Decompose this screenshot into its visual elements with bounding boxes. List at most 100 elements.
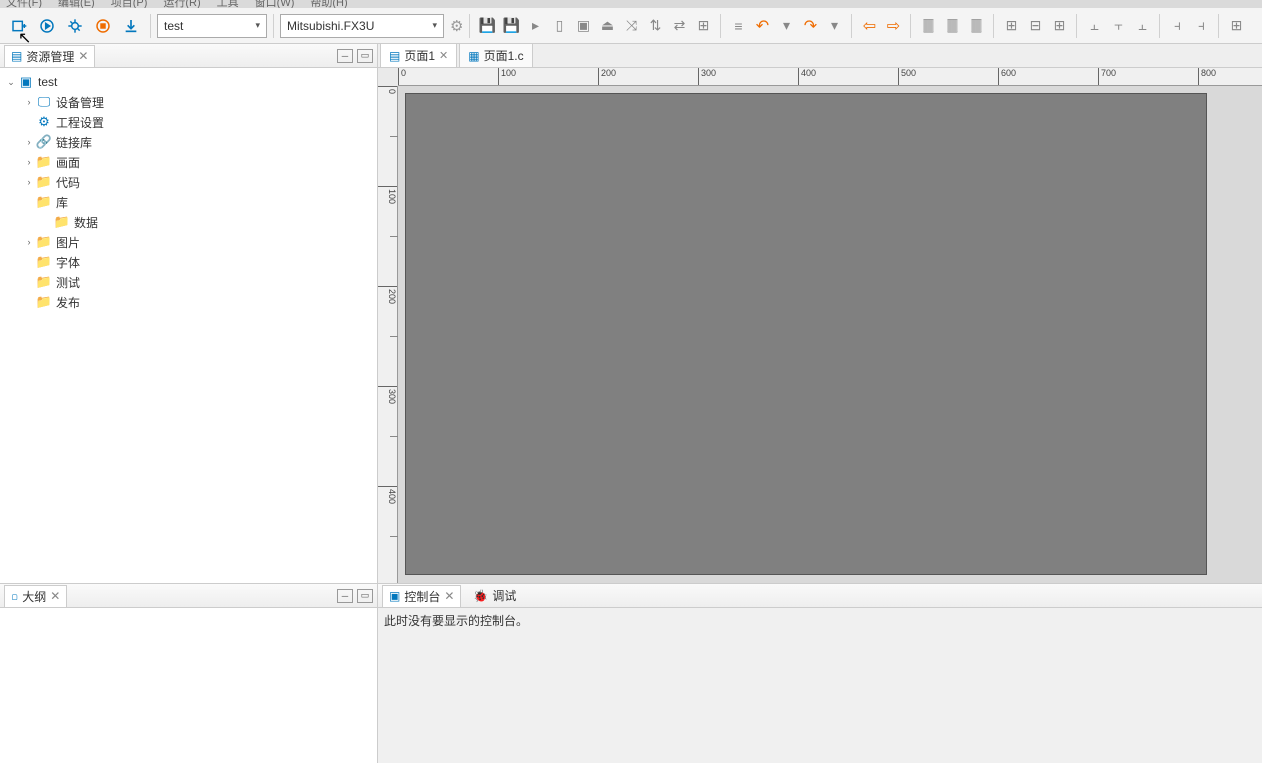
tree-item-label: 测试 [56, 274, 80, 291]
save-all-button[interactable]: 💾 [500, 15, 522, 37]
menu-project[interactable]: 项目(P) [111, 0, 148, 8]
tab-page1[interactable]: ▤ 页面1 ✕ [380, 43, 457, 67]
tree-item-label: 图片 [56, 234, 80, 251]
ruler-dash [390, 436, 398, 437]
tree-item-label: 数据 [74, 214, 98, 231]
minimize-icon[interactable]: ─ [337, 49, 353, 63]
ruler-mark: 400 [378, 486, 397, 504]
twisty-icon[interactable]: › [22, 177, 36, 187]
ruler-mark: 500 [898, 68, 916, 85]
folder-o-icon: 📁 [36, 234, 52, 250]
twisty-icon[interactable]: › [22, 137, 36, 147]
tool-b-button[interactable]: ⇅ [644, 15, 666, 37]
menu-file[interactable]: 文件(F) [6, 0, 42, 8]
undo-drop-button[interactable]: ▾ [775, 15, 797, 37]
tree-item[interactable]: 📁字体 [0, 252, 377, 272]
resource-pane-header: ▤ 资源管理 ✕ ─ ▭ [0, 44, 377, 68]
halign-a-button[interactable]: ⫞ [1166, 15, 1188, 37]
ruler-mark: 0 [378, 86, 397, 94]
dist-b-button[interactable]: ⊟ [1024, 15, 1046, 37]
disconnect-button[interactable]: ⏏ [596, 15, 618, 37]
console-pane-header: ▣ 控制台 ✕ 🐞 调试 [378, 584, 1262, 608]
menu-tools[interactable]: 工具 [217, 0, 239, 8]
pause-button[interactable]: ▯ [548, 15, 570, 37]
tree-item[interactable]: 📁数据 [0, 212, 377, 232]
layout-c-button[interactable]: 🀫 [965, 15, 987, 37]
twisty-icon[interactable]: ⌄ [4, 77, 18, 88]
tab-label: 页面1 [404, 47, 435, 64]
valign-b-button[interactable]: ⫟ [1107, 15, 1129, 37]
perspective-button[interactable]: ⊞ [1225, 15, 1247, 37]
dist-a-button[interactable]: ⊞ [1000, 15, 1022, 37]
layout-b-button[interactable]: 🀫 [941, 15, 963, 37]
minimize-icon[interactable]: ─ [337, 589, 353, 603]
tool-d-button[interactable]: ⊞ [692, 15, 714, 37]
tree-item[interactable]: ›🖵设备管理 [0, 92, 377, 112]
device-combo[interactable]: Mitsubishi.FX3U▾ [280, 14, 444, 38]
tree-item[interactable]: ›📁图片 [0, 232, 377, 252]
cfile-icon: ▦ [468, 49, 479, 63]
maximize-icon[interactable]: ▭ [357, 49, 373, 63]
menu-window[interactable]: 窗口(W) [255, 0, 295, 8]
close-icon[interactable]: ✕ [439, 49, 448, 62]
tool-a-button[interactable]: ⤨ [620, 15, 642, 37]
download-button[interactable] [118, 13, 144, 39]
step-button[interactable]: ▸ [524, 15, 546, 37]
debug-button[interactable] [62, 13, 88, 39]
close-icon[interactable]: ✕ [78, 49, 88, 63]
twisty-icon[interactable]: › [22, 97, 36, 107]
ruler-mark: 100 [498, 68, 516, 85]
tree-item[interactable]: 📁测试 [0, 272, 377, 292]
toolbar-separator [1159, 14, 1160, 38]
menu-edit[interactable]: 编辑(E) [58, 0, 95, 8]
maximize-icon[interactable]: ▭ [357, 589, 373, 603]
halign-b-button[interactable]: ⫞ [1190, 15, 1212, 37]
project-combo[interactable]: test▾ [157, 14, 267, 38]
design-surface[interactable] [398, 86, 1262, 583]
redo-button[interactable]: ↷ [799, 15, 821, 37]
back-button[interactable]: ⇦ [858, 15, 880, 37]
tree-item[interactable]: ⚙工程设置 [0, 112, 377, 132]
tree-item-label: 代码 [56, 174, 80, 191]
ruler-mark: 600 [998, 68, 1016, 85]
close-icon[interactable]: ✕ [50, 589, 60, 603]
twisty-icon[interactable]: › [22, 157, 36, 167]
align-button[interactable]: ≡ [727, 15, 749, 37]
stop2-button[interactable]: ▣ [572, 15, 594, 37]
dist-c-button[interactable]: ⊞ [1048, 15, 1070, 37]
gear-icon[interactable]: ⚙ [450, 17, 463, 35]
run-button[interactable] [34, 13, 60, 39]
tool-c-button[interactable]: ⇄ [668, 15, 690, 37]
tab-page1-c[interactable]: ▦ 页面1.c [459, 43, 532, 67]
tab-label: 页面1.c [484, 47, 524, 64]
layout-a-button[interactable]: 🀫 [917, 15, 939, 37]
tree-root[interactable]: ⌄ ▣ test [0, 72, 377, 92]
tree-item[interactable]: ›📁画面 [0, 152, 377, 172]
close-icon[interactable]: ✕ [444, 589, 454, 603]
redo-drop-button[interactable]: ▾ [823, 15, 845, 37]
forward-button[interactable]: ⇨ [882, 15, 904, 37]
page-rect[interactable] [406, 94, 1206, 574]
tree-item[interactable]: ›🔗链接库 [0, 132, 377, 152]
debug-tab[interactable]: 🐞 调试 [465, 584, 524, 607]
menu-run[interactable]: 运行(R) [163, 0, 200, 8]
tree-item[interactable]: ›📁代码 [0, 172, 377, 192]
valign-c-button[interactable]: ⫠ [1131, 15, 1153, 37]
undo-button[interactable]: ↶ [751, 15, 773, 37]
resource-tab[interactable]: ▤ 资源管理 ✕ [4, 45, 95, 67]
console-icon: ▣ [389, 589, 400, 603]
tree-item-label: 画面 [56, 154, 80, 171]
tree-root-label: test [38, 75, 57, 89]
twisty-icon[interactable]: › [22, 237, 36, 247]
console-tab-label: 控制台 [404, 588, 440, 605]
stop-button[interactable] [90, 13, 116, 39]
tree-item[interactable]: 📁库 [0, 192, 377, 212]
outline-tab[interactable]: ꤀ 大纲 ✕ [4, 585, 67, 607]
console-tab[interactable]: ▣ 控制台 ✕ [382, 585, 461, 607]
menu-help[interactable]: 帮助(H) [310, 0, 347, 8]
folder-o-icon: 📁 [36, 174, 52, 190]
tree-item[interactable]: 📁发布 [0, 292, 377, 312]
save-button[interactable]: 💾 [476, 15, 498, 37]
new-button[interactable] [6, 13, 32, 39]
valign-a-button[interactable]: ⫠ [1083, 15, 1105, 37]
